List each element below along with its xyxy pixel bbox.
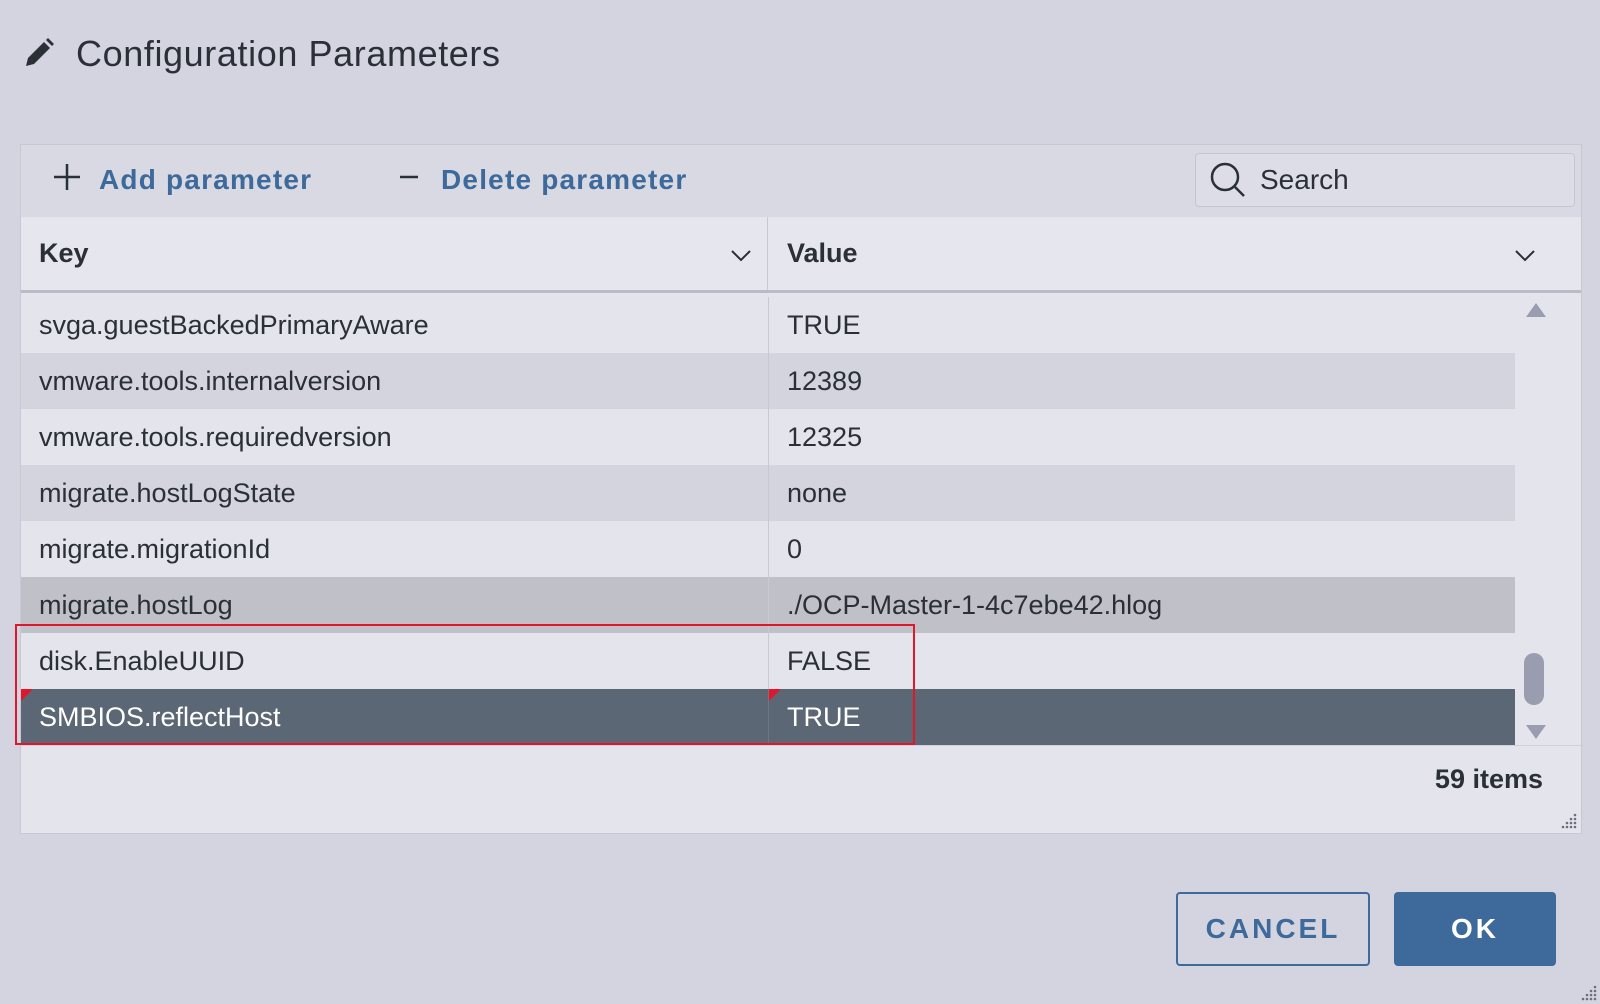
table-row[interactable]: disk.EnableUUID FALSE — [21, 633, 1515, 689]
item-count: 59 items — [1434, 764, 1543, 794]
key-cell: disk.EnableUUID — [21, 633, 769, 689]
chevron-down-icon[interactable] — [729, 243, 753, 267]
value-cell: 0 — [787, 533, 803, 564]
search-box — [1195, 153, 1575, 207]
key-cell: migrate.migrationId — [21, 521, 769, 577]
table-row[interactable]: vmware.tools.requiredversion 12325 — [21, 409, 1515, 465]
delete-parameter-button[interactable]: Delete parameter — [393, 155, 687, 205]
chevron-down-icon[interactable] — [1513, 243, 1537, 267]
search-icon — [1208, 160, 1248, 200]
add-parameter-label: Add parameter — [99, 164, 313, 195]
add-parameter-button[interactable]: Add parameter — [51, 155, 312, 205]
table-header: Key Value — [21, 217, 1581, 293]
scrollbar-thumb[interactable] — [1524, 653, 1544, 705]
table-row[interactable]: migrate.hostLogState none — [21, 465, 1515, 521]
table-row[interactable]: vmware.tools.internalversion 12389 — [21, 353, 1515, 409]
table-row[interactable]: migrate.migrationId 0 — [21, 521, 1515, 577]
window-resize-grip-icon[interactable] — [1579, 983, 1597, 1001]
scroll-up-arrow-icon[interactable] — [1525, 301, 1547, 319]
search-input[interactable] — [1260, 164, 1560, 196]
key-cell: migrate.hostLogState — [21, 465, 769, 521]
key-cell: vmware.tools.requiredversion — [21, 409, 769, 465]
value-cell: 12389 — [787, 365, 863, 396]
cancel-button[interactable]: CANCEL — [1176, 892, 1370, 966]
table-body: svga.guestBackedPrimaryAware TRUE vmware… — [21, 297, 1515, 745]
table-row[interactable]: migrate.hostLog ./OCP-Master-1-4c7ebe42.… — [21, 577, 1515, 633]
vertical-scrollbar[interactable] — [1515, 297, 1555, 745]
table-row-selected[interactable]: SMBIOS.reflectHost TRUE — [21, 689, 1515, 745]
key-cell: vmware.tools.internalversion — [21, 353, 769, 409]
value-cell: none — [787, 477, 848, 508]
table-row[interactable]: svga.guestBackedPrimaryAware TRUE — [21, 297, 1515, 353]
resize-grip-icon[interactable] — [1561, 813, 1577, 829]
ok-button[interactable]: OK — [1394, 892, 1556, 966]
column-header-key[interactable]: Key — [21, 217, 768, 290]
value-cell: ./OCP-Master-1-4c7ebe42.hlog — [787, 589, 1163, 620]
value-cell: 12325 — [787, 421, 863, 452]
key-cell: svga.guestBackedPrimaryAware — [21, 297, 769, 353]
scroll-down-arrow-icon[interactable] — [1525, 723, 1547, 741]
delete-parameter-label: Delete parameter — [441, 164, 688, 195]
value-cell-text: TRUE — [787, 701, 861, 732]
key-cell: migrate.hostLog — [21, 577, 769, 633]
column-header-value-label: Value — [787, 238, 858, 268]
value-cell: FALSE — [787, 645, 872, 676]
key-cell: SMBIOS.reflectHost — [21, 689, 769, 745]
minus-icon — [393, 162, 425, 198]
pencil-icon — [20, 36, 56, 72]
grid-toolbar: Add parameter Delete parameter — [21, 145, 1581, 217]
dialog-header: Configuration Parameters — [20, 26, 501, 82]
parameters-grid: Add parameter Delete parameter Key — [20, 144, 1582, 834]
plus-icon — [51, 162, 83, 198]
modified-marker — [769, 689, 781, 701]
key-cell-text: SMBIOS.reflectHost — [39, 701, 281, 732]
column-header-key-label: Key — [39, 238, 89, 268]
value-cell: TRUE — [769, 689, 1515, 745]
grid-footer: 59 items — [21, 745, 1581, 833]
column-header-value[interactable]: Value — [769, 217, 1551, 290]
value-cell: TRUE — [787, 309, 861, 340]
modified-marker — [21, 689, 33, 701]
dialog-title: Configuration Parameters — [76, 33, 501, 74]
